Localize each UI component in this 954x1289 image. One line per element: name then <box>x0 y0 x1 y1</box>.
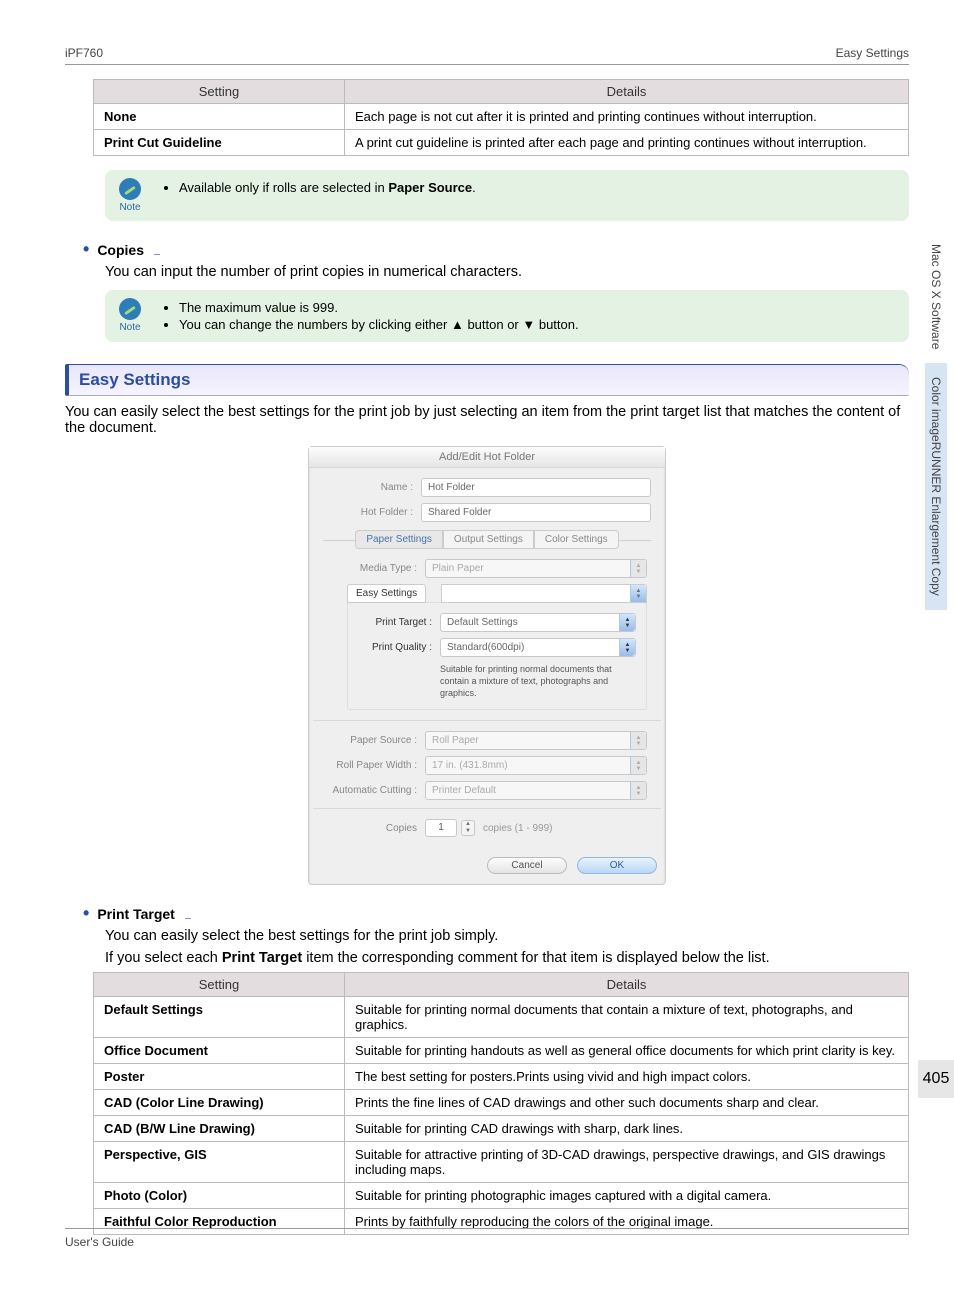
table-row: PosterThe best setting for posters.Print… <box>94 1064 909 1090</box>
page-number: 405 <box>918 1060 954 1098</box>
tab-output-settings[interactable]: Output Settings <box>443 530 534 549</box>
page-header: iPF760 Easy Settings <box>65 46 909 65</box>
paper-source-label: Paper Source : <box>327 735 417 746</box>
hotfolder-input[interactable] <box>421 503 651 522</box>
table-row: Photo (Color)Suitable for printing photo… <box>94 1183 909 1209</box>
copies-label: Copies <box>327 823 417 834</box>
note-item: Available only if rolls are selected in … <box>179 180 476 195</box>
header-model: iPF760 <box>65 46 103 60</box>
note-item: The maximum value is 999. <box>179 300 579 315</box>
note-body: Available only if rolls are selected in … <box>161 178 476 197</box>
copies-stepper[interactable]: ▲▼ <box>461 820 475 836</box>
cutting-settings-table: Setting Details None Each page is not cu… <box>93 79 909 156</box>
header-topic: Easy Settings <box>836 46 909 60</box>
setting-detail: Each page is not cut after it is printed… <box>345 104 909 130</box>
dialog-title: Add/Edit Hot Folder <box>309 447 665 468</box>
pencil-icon <box>119 178 141 200</box>
table-row: CAD (B/W Line Drawing)Suitable for print… <box>94 1116 909 1142</box>
paper-source-select[interactable]: Roll Paper ▲▼ <box>425 731 647 750</box>
hotfolder-label: Hot Folder : <box>323 507 413 518</box>
print-target-select[interactable]: Default Settings ▲▼ <box>440 613 636 632</box>
side-topic-1: Mac OS X Software <box>925 230 947 363</box>
setting-detail: A print cut guideline is printed after e… <box>345 130 909 156</box>
table-row: Print Cut Guideline A print cut guidelin… <box>94 130 909 156</box>
roll-width-label: Roll Paper Width : <box>327 760 417 771</box>
note-label: Note <box>119 322 140 333</box>
setting-detail: The best setting for posters.Prints usin… <box>345 1064 909 1090</box>
note-body: The maximum value is 999. You can change… <box>161 298 579 334</box>
roll-width-select[interactable]: 17 in. (431.8mm) ▲▼ <box>425 756 647 775</box>
chevron-updown-icon: ▲▼ <box>619 639 635 656</box>
table-row: None Each page is not cut after it is pr… <box>94 104 909 130</box>
setting-detail: Suitable for printing CAD drawings with … <box>345 1116 909 1142</box>
auto-cutting-label: Automatic Cutting : <box>327 785 417 796</box>
setting-detail: Suitable for attractive printing of 3D-C… <box>345 1142 909 1183</box>
side-topic-tab: Mac OS X Software Color imageRUNNER Enla… <box>918 230 954 730</box>
settings-tabs: Paper Settings Output Settings Color Set… <box>323 530 651 549</box>
setting-name: CAD (B/W Line Drawing) <box>94 1116 345 1142</box>
setting-detail: Suitable for printing handouts as well a… <box>345 1038 909 1064</box>
copies-body: You can input the number of print copies… <box>105 264 909 280</box>
print-quality-select[interactable]: Standard(600dpi) ▲▼ <box>440 638 636 657</box>
setting-name: Default Settings <box>94 997 345 1038</box>
table-head-setting: Setting <box>94 973 345 997</box>
print-target-label: Print Target : <box>358 617 432 628</box>
table-row: CAD (Color Line Drawing)Prints the fine … <box>94 1090 909 1116</box>
copies-heading: Copies <box>65 239 909 260</box>
table-head-details: Details <box>345 973 909 997</box>
chevron-updown-icon[interactable]: ▲▼ <box>630 585 646 602</box>
table-row: Perspective, GISSuitable for attractive … <box>94 1142 909 1183</box>
ok-button[interactable]: OK <box>577 857 657 874</box>
note-item: You can change the numbers by clicking e… <box>179 317 579 332</box>
tab-color-settings[interactable]: Color Settings <box>534 530 619 549</box>
copies-hint: copies (1 - 999) <box>483 823 552 834</box>
chevron-updown-icon: ▲▼ <box>630 732 646 749</box>
setting-name: Office Document <box>94 1038 345 1064</box>
note-label: Note <box>119 202 140 213</box>
chevron-updown-icon: ▲▼ <box>619 614 635 631</box>
easy-settings-title: Easy Settings <box>65 364 909 396</box>
page-footer: User's Guide <box>65 1228 909 1249</box>
print-target-body1: You can easily select the best settings … <box>105 928 909 944</box>
footer-text: User's Guide <box>65 1235 134 1249</box>
setting-name: None <box>94 104 345 130</box>
print-target-table: Setting Details Default SettingsSuitable… <box>93 972 909 1235</box>
setting-name: Perspective, GIS <box>94 1142 345 1183</box>
chevron-updown-icon: ▲▼ <box>630 560 646 577</box>
print-target-body2: If you select each Print Target item the… <box>105 950 909 966</box>
name-label: Name : <box>323 482 413 493</box>
easy-settings-body: You can easily select the best settings … <box>65 404 909 436</box>
note-paper-source: Note Available only if rolls are selecte… <box>105 170 909 221</box>
note-icon: Note <box>113 298 147 333</box>
media-type-label: Media Type : <box>327 563 417 574</box>
setting-name: CAD (Color Line Drawing) <box>94 1090 345 1116</box>
quality-description: Suitable for printing normal documents t… <box>440 663 636 699</box>
name-input[interactable] <box>421 478 651 497</box>
note-icon: Note <box>113 178 147 213</box>
chevron-updown-icon: ▲▼ <box>630 757 646 774</box>
print-target-heading: Print Target <box>65 903 909 924</box>
setting-detail: Suitable for printing normal documents t… <box>345 997 909 1038</box>
print-quality-label: Print Quality : <box>358 642 432 653</box>
copies-input[interactable]: 1 <box>425 819 457 837</box>
tab-paper-settings[interactable]: Paper Settings <box>355 530 443 549</box>
hot-folder-dialog: Add/Edit Hot Folder Name : Hot Folder : … <box>308 446 666 885</box>
table-head-setting: Setting <box>94 80 345 104</box>
table-row: Office DocumentSuitable for printing han… <box>94 1038 909 1064</box>
setting-detail: Suitable for printing photographic image… <box>345 1183 909 1209</box>
chevron-updown-icon: ▲▼ <box>630 782 646 799</box>
cancel-button[interactable]: Cancel <box>487 857 567 874</box>
setting-name: Print Cut Guideline <box>94 130 345 156</box>
pencil-icon <box>119 298 141 320</box>
table-head-details: Details <box>345 80 909 104</box>
setting-name: Poster <box>94 1064 345 1090</box>
note-copies: Note The maximum value is 999. You can c… <box>105 290 909 342</box>
media-type-select[interactable]: Plain Paper ▲▼ <box>425 559 647 578</box>
setting-name: Photo (Color) <box>94 1183 345 1209</box>
setting-detail: Prints the fine lines of CAD drawings an… <box>345 1090 909 1116</box>
table-row: Default SettingsSuitable for printing no… <box>94 997 909 1038</box>
side-topic-2: Color imageRUNNER Enlargement Copy <box>925 363 947 610</box>
auto-cutting-select[interactable]: Printer Default ▲▼ <box>425 781 647 800</box>
easy-settings-subtab[interactable]: Easy Settings <box>347 584 426 603</box>
